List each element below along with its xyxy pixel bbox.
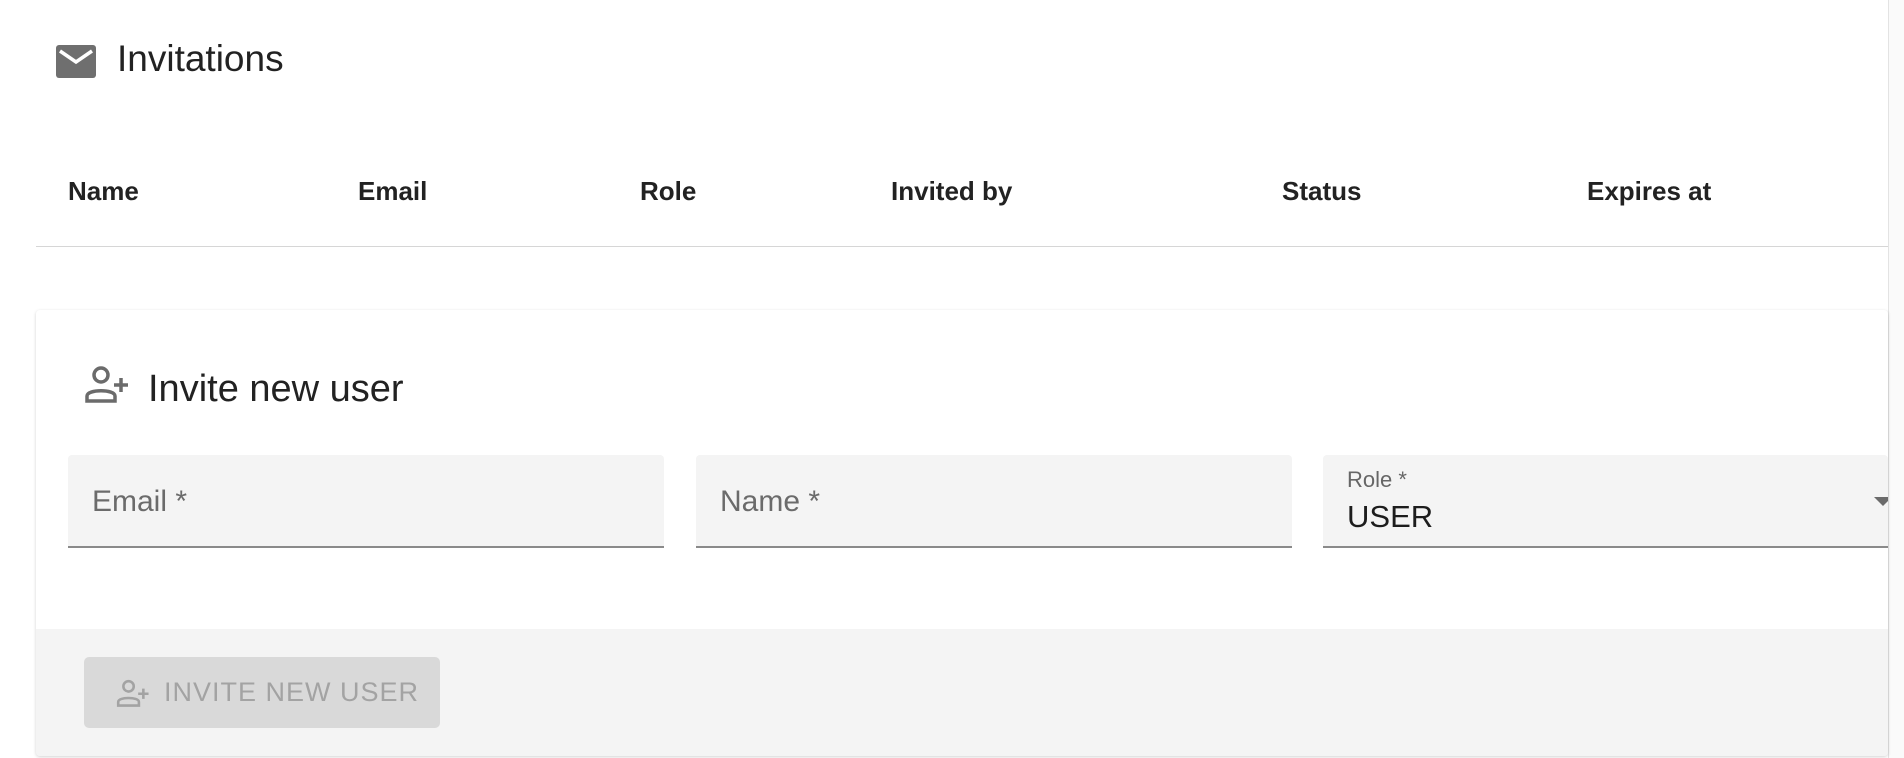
column-header-role[interactable]: Role xyxy=(640,176,696,207)
page-title: Invitations xyxy=(117,38,284,79)
name-field-label: Name * xyxy=(720,485,821,518)
scrollbar-track[interactable] xyxy=(1888,0,1904,758)
column-header-name[interactable]: Name xyxy=(68,176,139,207)
role-select-label: Role * xyxy=(1347,467,1407,492)
role-select-value: USER xyxy=(1347,499,1434,534)
person-add-icon xyxy=(116,679,149,707)
email-field-label: Email * xyxy=(92,485,188,518)
invite-button-label: INVITE NEW USER xyxy=(164,677,420,707)
mail-icon xyxy=(56,45,96,78)
column-header-status[interactable]: Status xyxy=(1282,176,1361,207)
table-divider xyxy=(36,246,1888,247)
column-header-invited-by[interactable]: Invited by xyxy=(891,176,1012,207)
column-header-email[interactable]: Email xyxy=(358,176,427,207)
invite-new-user-button[interactable]: INVITE NEW USER xyxy=(84,657,440,728)
role-select[interactable]: Role * USER xyxy=(1323,455,1888,548)
column-header-expires-at[interactable]: Expires at xyxy=(1587,176,1711,207)
name-field[interactable]: Name * xyxy=(696,455,1292,548)
invite-user-card: Invite new user Email * Name * Role * US… xyxy=(36,310,1888,756)
card-title: Invite new user xyxy=(148,368,404,410)
card-actions: INVITE NEW USER xyxy=(36,629,1888,756)
dropdown-arrow-icon[interactable] xyxy=(1874,497,1888,506)
person-add-icon xyxy=(85,366,128,403)
email-field[interactable]: Email * xyxy=(68,455,664,548)
